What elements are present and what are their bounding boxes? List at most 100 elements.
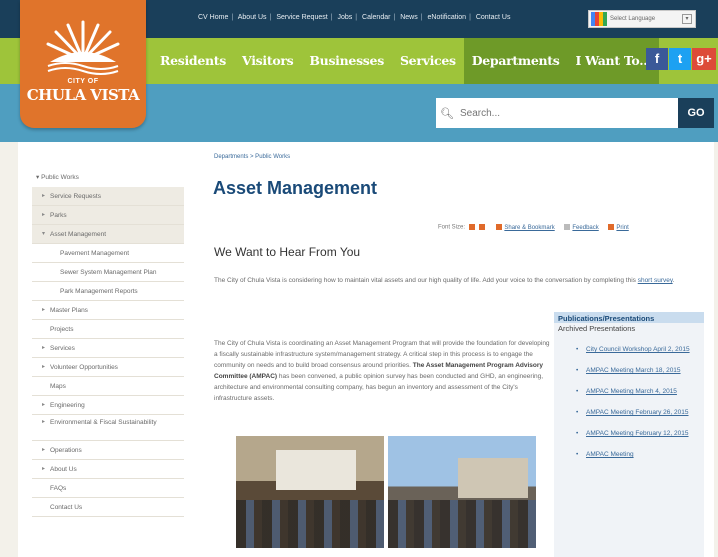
language-select-label: Select Language <box>610 16 656 22</box>
sidebar-item-maps[interactable]: Maps <box>32 377 184 396</box>
sidebar-item-about-us[interactable]: ▸ About Us <box>32 460 184 479</box>
sidebar-item-label: Sewer System Management Plan <box>60 269 157 276</box>
site-tour-photo <box>388 436 536 548</box>
sidebar-item-label: FAQs <box>50 485 67 492</box>
font-increase-icon[interactable] <box>478 224 485 230</box>
google-translate-icon <box>591 12 607 26</box>
breadcrumb[interactable]: Departments > Public Works <box>214 154 290 160</box>
print-link[interactable]: Print <box>616 225 628 231</box>
utility-link-news[interactable]: News <box>400 14 418 21</box>
sidebar-item-label: Master Plans <box>50 307 88 314</box>
publication-link-label: AMPAC Meeting <box>586 451 634 458</box>
nav-services[interactable]: Services <box>392 38 464 84</box>
sidebar-item-asset-management[interactable]: ▾ Asset Management <box>32 225 184 244</box>
page-tools: Font Size: Share & Bookmark Feedback Pri… <box>438 224 635 231</box>
font-decrease-icon[interactable] <box>468 224 475 230</box>
font-size-label: Font Size: <box>438 224 466 231</box>
publication-link-label: AMPAC Meeting March 18, 2015 <box>586 367 681 374</box>
sidebar-item-contact-us[interactable]: Contact Us <box>32 498 184 517</box>
sidebar-item-volunteer-opportunities[interactable]: ▸ Volunteer Opportunities <box>32 358 184 377</box>
bullet-icon: ▸ <box>42 466 46 472</box>
search-icon: 🔍︎ <box>440 107 454 120</box>
sidebar-item-label: Asset Management <box>50 231 107 238</box>
publication-link[interactable]: • AMPAC Meeting March 18, 2015 <box>554 366 704 376</box>
share-icon <box>496 224 503 230</box>
meeting-photo <box>236 436 384 548</box>
nav-departments[interactable]: Departments <box>463 38 568 84</box>
sidebar-item-engineering[interactable]: ▸ Engineering <box>32 396 184 415</box>
separator: | <box>269 14 272 21</box>
people <box>388 500 536 548</box>
search-input[interactable] <box>460 107 660 119</box>
body-paragraph: The City of Chula Vista is coordinating … <box>214 338 552 404</box>
print-icon <box>608 224 615 230</box>
logo-city-name: CHULA VISTA <box>26 86 140 104</box>
bullet-icon: ▸ <box>42 212 46 218</box>
sidebar-item-label: Parks <box>50 212 67 219</box>
separator: | <box>330 14 333 21</box>
feedback-link[interactable]: Feedback <box>572 225 598 231</box>
nav-businesses[interactable]: Businesses <box>301 38 392 84</box>
building <box>458 458 528 498</box>
sidebar-item-service-requests[interactable]: ▸ Service Requests <box>32 187 184 206</box>
sidebar-item-projects[interactable]: Projects <box>32 320 184 339</box>
publication-link[interactable]: • AMPAC Meeting <box>554 450 704 460</box>
publication-link-label: City Council Workshop April 2, 2015 <box>586 346 690 353</box>
sidebar-item-sewer-system-management-plan[interactable]: Sewer System Management Plan <box>32 263 184 282</box>
nav-residents[interactable]: Residents <box>152 38 234 84</box>
sidebar-item-label: Operations <box>50 447 82 454</box>
sidebar-item-label: Services <box>50 345 75 352</box>
sidebar-item-label: Park Management Reports <box>60 288 138 295</box>
facebook-icon[interactable]: f <box>646 48 668 70</box>
bullet-icon: ▸ <box>42 193 46 199</box>
search-box: 🔍︎ <box>436 98 678 128</box>
survey-link[interactable]: short survey <box>638 277 673 284</box>
whiteboard <box>276 450 356 490</box>
sidebar-item-label: Maps <box>50 383 66 390</box>
sidebar-item-label: Public Works <box>41 174 79 181</box>
bullet-icon: • <box>576 409 579 416</box>
sidebar-item-pavement-management[interactable]: Pavement Management <box>32 244 184 263</box>
utility-link-enotification[interactable]: eNotification <box>428 14 467 21</box>
sidebar-item-label: Environmental & Fiscal Sustainability <box>50 419 157 426</box>
sidebar-item-environmental-fiscal-sustainability[interactable]: ▸ Environmental & Fiscal Sustainability <box>32 415 184 441</box>
bullet-icon: ▸ <box>42 364 46 370</box>
utility-link-contact-us[interactable]: Contact Us <box>476 14 511 21</box>
utility-link-jobs[interactable]: Jobs <box>337 14 352 21</box>
bullet-icon: ▸ <box>42 307 46 313</box>
publication-link-label: AMPAC Meeting February 12, 2015 <box>586 430 689 437</box>
publication-link[interactable]: • City Council Workshop April 2, 2015 <box>554 345 704 355</box>
sidebar-item-label: Contact Us <box>50 504 83 511</box>
googleplus-icon[interactable]: g+ <box>692 48 716 70</box>
twitter-icon[interactable]: t <box>669 48 691 70</box>
sun-emblem-icon <box>46 20 120 75</box>
language-select[interactable]: Select Language ▾ <box>588 10 696 28</box>
utility-link-service-request[interactable]: Service Request <box>276 14 327 21</box>
city-logo[interactable]: CITY OF CHULA VISTA <box>20 0 146 128</box>
nav-visitors[interactable]: Visitors <box>234 38 301 84</box>
separator: | <box>420 14 423 21</box>
publication-link[interactable]: • AMPAC Meeting February 26, 2015 <box>554 408 704 418</box>
section-heading: We Want to Hear From You <box>214 245 361 259</box>
publication-link[interactable]: • AMPAC Meeting February 12, 2015 <box>554 429 704 439</box>
publication-link-label: AMPAC Meeting March 4, 2015 <box>586 388 677 395</box>
expanded-arrow-icon: ▾ <box>42 231 46 237</box>
publication-link[interactable]: • AMPAC Meeting March 4, 2015 <box>554 387 704 397</box>
publications-panel: Publications/Presentations Archived Pres… <box>554 312 704 557</box>
utility-link-about-us[interactable]: About Us <box>238 14 267 21</box>
sidebar-item-services[interactable]: ▸ Services <box>32 339 184 358</box>
sidebar-item-master-plans[interactable]: ▸ Master Plans <box>32 301 184 320</box>
sidebar-item-park-management-reports[interactable]: Park Management Reports <box>32 282 184 301</box>
sidebar-item-faqs[interactable]: FAQs <box>32 479 184 498</box>
sidebar-item-parks[interactable]: ▸ Parks <box>32 206 184 225</box>
bullet-icon: ▸ <box>42 447 46 453</box>
utility-link-calendar[interactable]: Calendar <box>362 14 390 21</box>
sidebar-item-public-works[interactable]: ▾ Public Works <box>32 168 184 187</box>
share-bookmark-link[interactable]: Share & Bookmark <box>504 225 554 231</box>
bullet-icon: ▸ <box>42 402 46 408</box>
utility-link-cv-home[interactable]: CV Home <box>198 14 228 21</box>
sidebar-item-operations[interactable]: ▸ Operations <box>32 441 184 460</box>
search-go-button[interactable]: GO <box>678 98 714 128</box>
people <box>236 500 384 548</box>
chevron-down-icon: ▾ <box>682 14 692 24</box>
